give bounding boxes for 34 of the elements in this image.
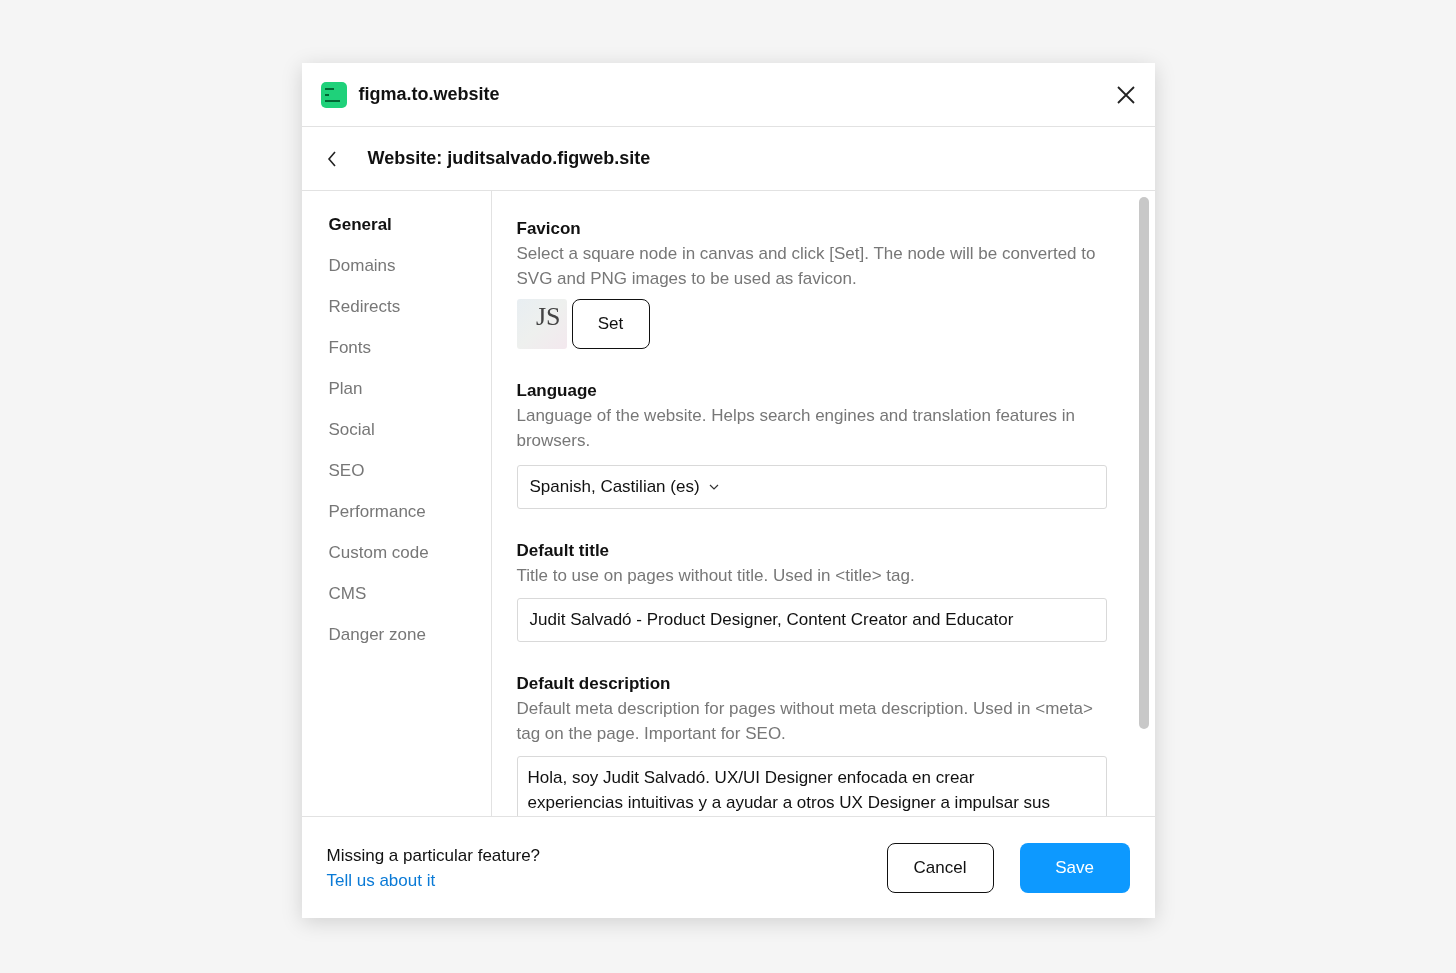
sidebar-item[interactable]: Performance [328,500,491,524]
save-button[interactable]: Save [1019,842,1130,893]
sidebar-item[interactable]: Danger zone [328,623,491,647]
section-description: Title to use on pages without title. Used in <title> tag. [516,565,916,587]
section-description: Default meta description for pages without meta description. Used in <meta> tag on the page. Important for SEO. [516,698,1094,745]
sidebar-item[interactable]: CMS [328,582,491,606]
cancel-button[interactable]: Cancel [886,842,994,893]
sidebar-item[interactable]: Redirects [328,295,491,319]
sidebar-item[interactable]: SEO [328,459,491,483]
app-logo-icon [320,81,347,108]
scrollbar[interactable] [1138,197,1149,729]
section-title: Favicon [516,218,582,240]
sidebar-item[interactable]: Plan [328,377,491,401]
sidebar-item[interactable]: Domains [328,254,491,278]
section-description: Language of the website. Helps search engines and translation features in browsers. [516,405,1077,452]
language-select[interactable]: Spanish, Castilian (es) [516,465,1107,509]
section-title: Default title [516,540,611,562]
sidebar-item[interactable]: Social [328,418,491,442]
close-icon[interactable] [1115,84,1136,105]
section-title: Language [516,380,598,402]
set-button[interactable]: Set [571,299,650,349]
back-icon[interactable] [325,149,338,168]
chevron-down-icon [707,483,720,491]
section-description: Select a square node in canvas and click [Set]. The node will be converted to SVG and PNG images to be used as favicon. [516,243,1097,290]
favicon-preview: JS [516,299,567,349]
sidebar-item[interactable]: Fonts [328,336,491,360]
section-title: Default description [516,673,672,695]
app-title: figma.to.website [358,83,500,106]
sidebar-item[interactable]: Custom code [328,541,491,565]
footer-text: Missing a particular feature? [326,844,541,867]
title-input[interactable]: Judit Salvadó - Product Designer, Content Creator and Educator [516,598,1107,642]
page-title: Website: juditsalvado.figweb.site [367,147,651,170]
feedback-link[interactable]: Tell us about it [326,867,541,893]
sidebar-item[interactable]: General [328,213,491,237]
